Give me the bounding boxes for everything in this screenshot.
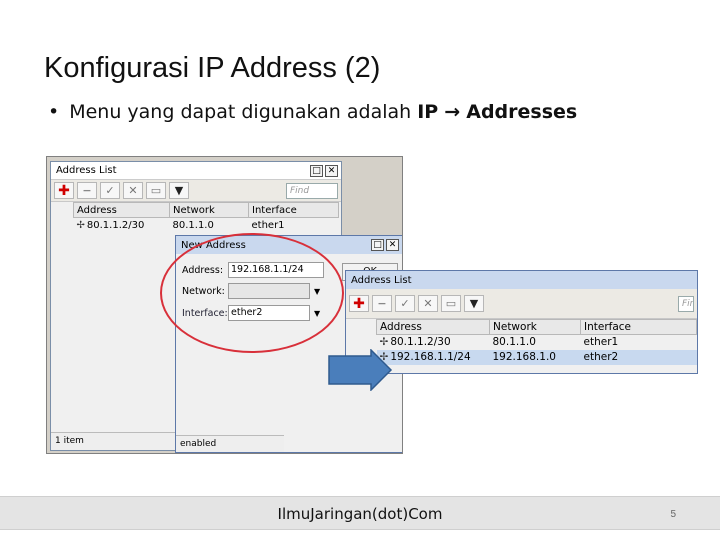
column-interface[interactable]: Interface [580,319,697,335]
address-list-title: Address List [56,165,117,176]
front-address-list-titlebar[interactable]: Address List [346,271,697,289]
disable-button[interactable]: ✕ [418,295,438,312]
add-button[interactable]: ✚ [54,182,74,199]
filter-icon[interactable]: ▼ [464,295,484,312]
address-list-window-front: Address List ✚ − ✓ ✕ ▭ ▼ Find Address Ne… [345,270,698,374]
column-network[interactable]: Network [169,202,249,218]
disable-button[interactable]: ✕ [123,182,143,199]
address-icon: ✢ [76,219,85,231]
row-network: 80.1.1.0 [492,336,536,349]
table-row[interactable]: ✢ 80.1.1.2/30 80.1.1.0 ether1 [377,335,697,350]
row-interface: ether2 [580,349,697,365]
right-arrow-icon [328,349,393,391]
row-address: 80.1.1.2/30 [86,219,145,231]
find-input[interactable]: Find [286,182,338,199]
remove-button[interactable]: − [372,295,392,312]
row-network: 192.168.1.0 [489,349,581,365]
row-interface: ether1 [583,336,619,349]
row-network: 80.1.1.0 [172,219,214,231]
close-icon[interactable]: ✕ [386,239,399,251]
address-icon: ✢ [379,336,389,349]
maximize-icon[interactable]: □ [371,239,384,251]
comment-button[interactable]: ▭ [146,182,166,199]
close-icon[interactable]: ✕ [325,164,338,177]
address-list-toolbar: ✚ − ✓ ✕ ▭ ▼ Find [51,180,341,202]
row-address: 80.1.1.2/30 [390,336,451,349]
bullet-text: Menu yang dapat digunakan adalah [69,101,418,123]
slide-title: Konfigurasi IP Address (2) [44,52,381,84]
highlight-ellipse [160,233,344,353]
bullet-ip: IP [417,101,439,123]
column-address[interactable]: Address [376,319,490,335]
front-address-list-title: Address List [351,274,412,286]
address-table-back: Address Network Interface ✢ 80.1.1.2/30 8… [73,202,339,233]
bullet-addresses: Addresses [466,101,578,123]
enable-button[interactable]: ✓ [100,182,120,199]
address-table-front: Address Network Interface ✢ 80.1.1.2/30 8… [376,319,697,365]
comment-button[interactable]: ▭ [441,295,461,312]
dialog-status: enabled [176,435,284,452]
find-input[interactable]: Find [678,295,694,312]
enable-button[interactable]: ✓ [395,295,415,312]
address-list-titlebar[interactable]: Address List □ ✕ [51,162,341,180]
filter-icon[interactable]: ▼ [169,182,189,199]
bullet-line: • Menu yang dapat digunakan adalah IP → A… [48,101,577,123]
row-address: 192.168.1.1/24 [390,351,471,363]
table-row[interactable]: ✢ 80.1.1.2/30 80.1.1.0 ether1 [74,218,339,233]
row-interface: ether1 [251,219,285,231]
bullet-arrow-icon: → [444,101,461,123]
table-row[interactable]: ✢ 192.168.1.1/24 192.168.1.0 ether2 [376,349,697,365]
page-number: 5 [670,509,676,520]
maximize-icon[interactable]: □ [310,164,323,177]
footer-site: IlmuJaringan(dot)Com [277,505,443,523]
remove-button[interactable]: − [77,182,97,199]
column-network[interactable]: Network [489,319,581,335]
footer-bar: IlmuJaringan(dot)Com 5 [0,496,720,530]
front-address-list-toolbar: ✚ − ✓ ✕ ▭ ▼ Find [346,289,697,319]
column-address[interactable]: Address [73,202,170,218]
bullet-dot: • [48,101,60,123]
column-interface[interactable]: Interface [248,202,339,218]
add-button[interactable]: ✚ [349,295,369,312]
